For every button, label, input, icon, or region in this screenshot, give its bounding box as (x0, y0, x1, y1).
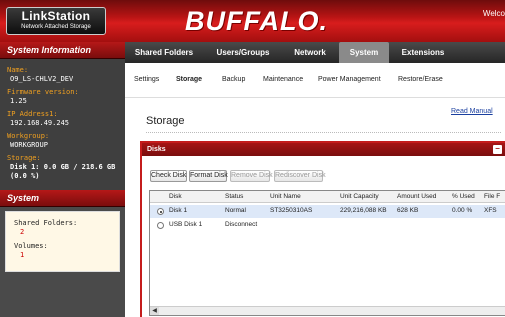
logo-subtitle: Network Attached Storage (21, 24, 91, 30)
table-row[interactable]: Disk 1 Normal ST3250310AS 229,216,088 KB… (150, 205, 505, 218)
cell-disk: Disk 1 (169, 207, 188, 214)
name-value: O9_LS-CHLV2_DEV (10, 75, 74, 83)
name-label: Name: (7, 66, 29, 74)
subnav-restore-erase[interactable]: Restore/Erase (398, 76, 443, 83)
table-row[interactable]: USB Disk 1 Disconnect (150, 219, 505, 232)
cell-percent-used: 0.00 % (452, 207, 473, 214)
storage-label: Storage: (7, 154, 41, 162)
storage-value: Disk 1: 0.0 GB / 218.6 GB (0.0 %) (10, 163, 116, 180)
disks-panel-title: Disks (147, 146, 166, 153)
linkstation-logo: LinkStation Network Attached Storage (6, 7, 106, 35)
col-percent-used[interactable]: % Used (452, 193, 475, 200)
row-select-radio[interactable] (157, 208, 164, 215)
sub-nav: Settings Storage Backup Maintenance Powe… (125, 63, 505, 98)
format-disk-button[interactable]: Format Disk (189, 170, 228, 182)
cell-capacity: 229,216,088 KB (340, 207, 387, 214)
subnav-backup[interactable]: Backup (222, 76, 245, 83)
shared-folders-label: Shared Folders: (14, 219, 78, 227)
system-heading: System (0, 190, 125, 207)
cell-status: Normal (225, 207, 246, 214)
subnav-power-management[interactable]: Power Management (318, 76, 381, 83)
welcome-text: Welco (482, 9, 505, 18)
collapse-icon[interactable]: − (493, 145, 502, 154)
row-select-radio[interactable] (157, 222, 164, 229)
cell-file-system: XFS (484, 207, 497, 214)
system-information-panel: Name: O9_LS-CHLV2_DEV Firmware version: … (0, 59, 125, 190)
volumes-count[interactable]: 1 (14, 251, 119, 260)
col-amount-used[interactable]: Amount Used (397, 193, 436, 200)
sidebar: System Information Name: O9_LS-CHLV2_DEV… (0, 42, 125, 317)
title-divider (146, 132, 501, 133)
col-disk[interactable]: Disk (169, 193, 182, 200)
subnav-maintenance[interactable]: Maintenance (263, 76, 303, 83)
workgroup-value: WORKGROUP (10, 141, 48, 149)
horizontal-scrollbar[interactable]: ◀ (150, 306, 505, 315)
cell-amount-used: 628 KB (397, 207, 419, 214)
nav-shared-folders[interactable]: Shared Folders (130, 42, 198, 63)
disks-table: Disk Status Unit Name Unit Capacity Amou… (149, 190, 505, 316)
scroll-left-icon[interactable]: ◀ (150, 307, 159, 315)
cell-unit-name: ST3250310AS (270, 207, 313, 214)
top-header: LinkStation Network Attached Storage BUF… (0, 0, 505, 42)
page-title: Storage (146, 115, 185, 127)
workgroup-label: Workgroup: (7, 132, 50, 140)
remove-disk-button[interactable]: Remove Disk (230, 170, 273, 182)
ip-address-value: 192.168.49.245 (10, 119, 70, 127)
main-nav: Shared Folders Users/Groups Network Syst… (125, 42, 505, 63)
system-information-heading: System Information (0, 42, 125, 59)
system-summary-box: Shared Folders: 2 Volumes: 1 (5, 211, 120, 272)
shared-folders-count[interactable]: 2 (14, 228, 119, 237)
disks-panel: Disks − Check Disk Format Disk Remove Di… (140, 141, 505, 317)
col-unit-name[interactable]: Unit Name (270, 193, 301, 200)
subnav-settings[interactable]: Settings (134, 76, 159, 83)
disks-panel-header: Disks − (142, 143, 505, 156)
nav-users-groups[interactable]: Users/Groups (208, 42, 278, 63)
firmware-value: 1.25 (10, 97, 27, 105)
col-unit-capacity[interactable]: Unit Capacity (340, 193, 379, 200)
ip-address-label: IP Address1: (7, 110, 58, 118)
nav-extensions[interactable]: Extensions (393, 42, 453, 63)
read-manual-link[interactable]: Read Manual (451, 108, 493, 115)
check-disk-button[interactable]: Check Disk (150, 170, 187, 182)
col-status[interactable]: Status (225, 193, 243, 200)
col-file-system[interactable]: File F (484, 193, 500, 200)
firmware-label: Firmware version: (7, 88, 79, 96)
subnav-storage[interactable]: Storage (176, 76, 202, 83)
cell-status: Disconnect (225, 221, 258, 228)
table-header: Disk Status Unit Name Unit Capacity Amou… (150, 191, 505, 203)
cell-disk: USB Disk 1 (169, 221, 203, 228)
nav-system[interactable]: System (339, 42, 389, 63)
logo-title: LinkStation (21, 9, 91, 23)
rediscover-disk-button[interactable]: Rediscover Disk (274, 170, 326, 182)
nav-network[interactable]: Network (285, 42, 335, 63)
volumes-label: Volumes: (14, 242, 48, 250)
buffalo-brand: BUFFALO. (185, 6, 328, 36)
